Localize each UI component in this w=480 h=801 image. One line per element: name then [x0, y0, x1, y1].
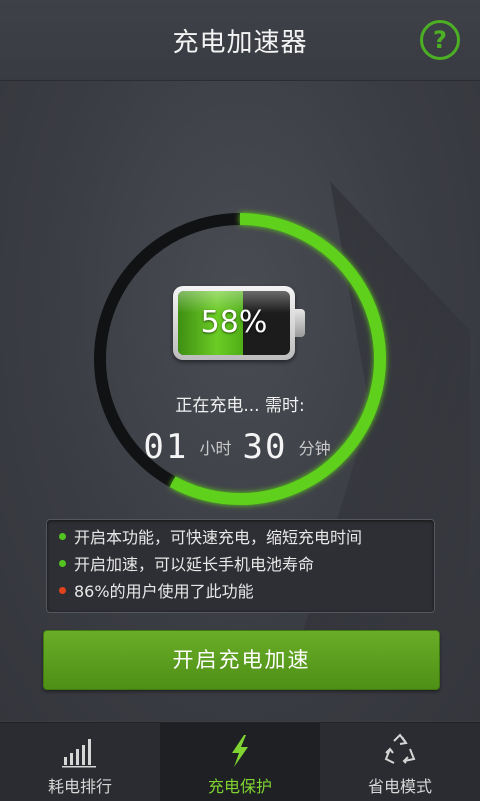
feature-info-box: 开启本功能，可快速充电，缩短充电时间 开启加速，可以延长手机电池寿命 86%的用… — [46, 519, 435, 613]
tab-label: 省电模式 — [367, 777, 432, 796]
bullet-dot — [59, 587, 66, 594]
time-remaining: 01 小时 30 分钟 — [0, 427, 480, 467]
app-header: 充电加速器 ? — [0, 0, 480, 81]
battery-percent: 58% — [200, 305, 268, 340]
tab-power-saving[interactable]: 省电模式 — [320, 723, 480, 801]
tab-label: 耗电排行 — [47, 777, 112, 796]
bar-chart-icon — [62, 739, 96, 768]
info-line: 开启本功能，可快速充电，缩短充电时间 — [59, 526, 362, 550]
battery-terminal — [295, 309, 305, 337]
minutes-unit: 分钟 — [298, 439, 331, 458]
help-icon[interactable]: ? — [420, 20, 460, 60]
lightning-icon — [232, 735, 248, 767]
hours-unit: 小时 — [199, 439, 232, 458]
bullet-dot — [59, 560, 66, 567]
page-title: 充电加速器 — [172, 28, 308, 58]
bottom-tab-bar: 耗电排行 充电保护 省电模式 — [0, 722, 480, 801]
tab-label: 充电保护 — [207, 777, 272, 796]
bullet-dot — [59, 533, 66, 540]
start-charge-boost-button[interactable]: 开启充电加速 — [43, 630, 440, 690]
charge-panel: 58% 正在充电... 需时: 01 小时 30 分钟 — [0, 81, 480, 721]
tab-power-ranking[interactable]: 耗电排行 — [0, 723, 160, 801]
hours-value: 01 — [143, 427, 189, 467]
info-line: 开启加速，可以延长手机电池寿命 — [59, 553, 314, 577]
info-line: 86%的用户使用了此功能 — [59, 580, 254, 604]
charging-status-label: 正在充电... 需时: — [175, 396, 305, 416]
minutes-value: 30 — [242, 427, 288, 467]
recycle-icon — [384, 733, 416, 764]
tab-charge-protection[interactable]: 充电保护 — [160, 723, 320, 801]
